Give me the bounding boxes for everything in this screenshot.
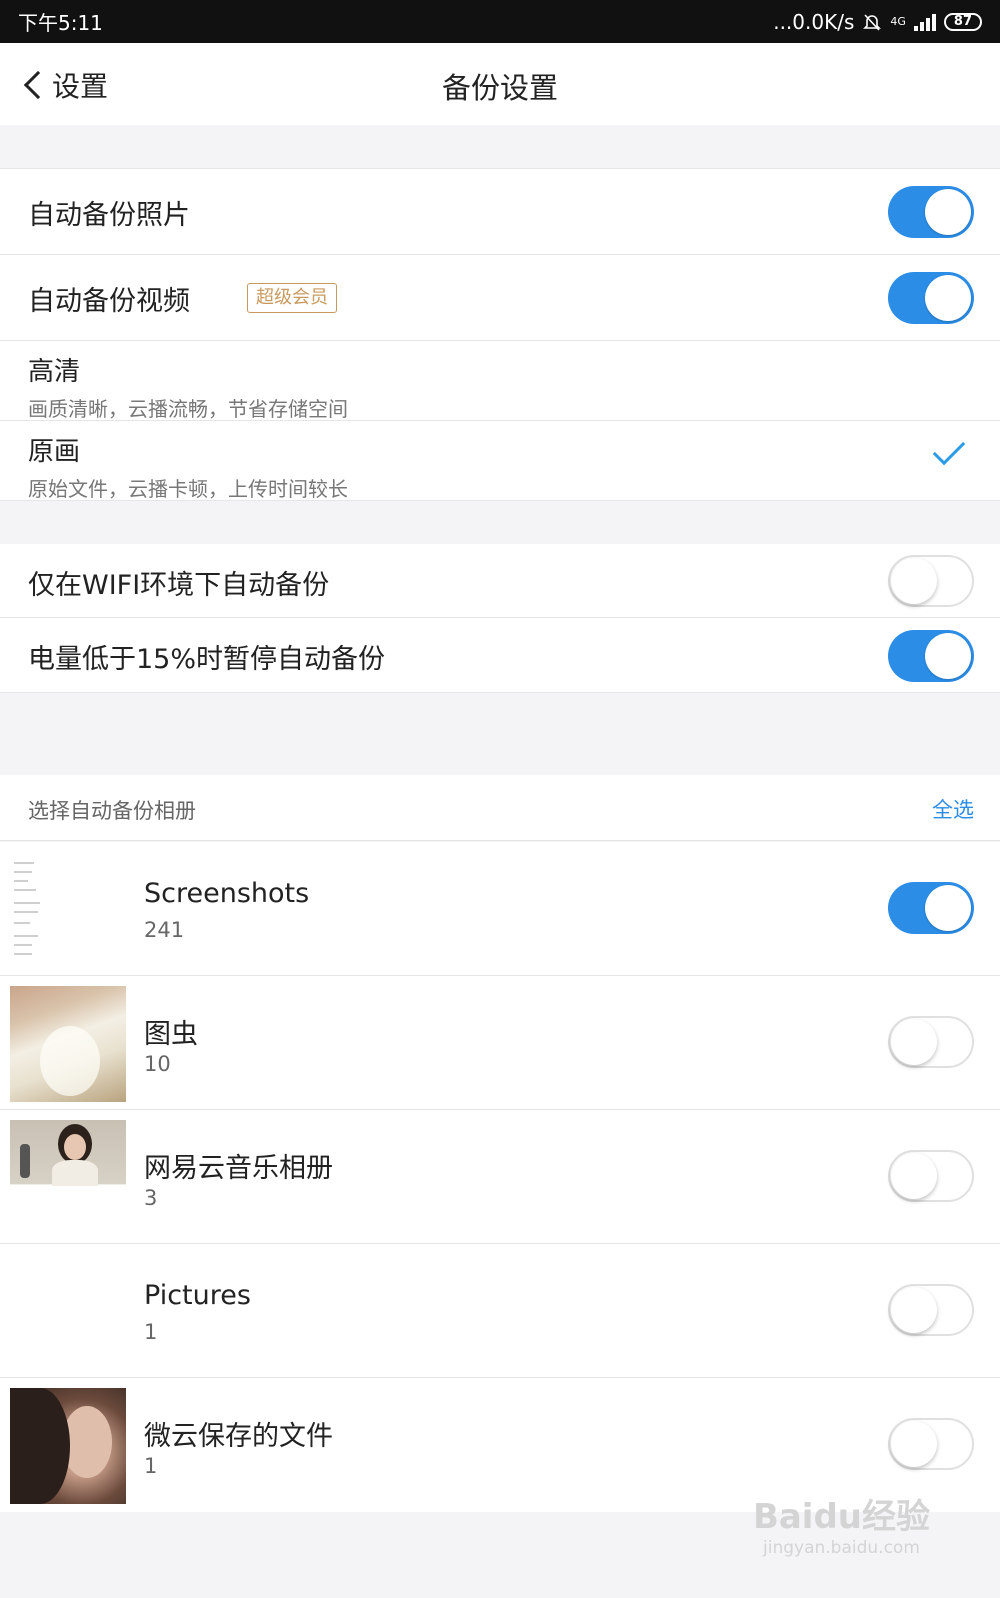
album-name: 网易云音乐相册 [144, 1153, 333, 1184]
album-row-pictures[interactable]: Pictures 1 [0, 1244, 1000, 1378]
quality-original-desc: 原始文件，云播卡顿，上传时间较长 [28, 477, 348, 501]
album-toggle-netease[interactable] [888, 1150, 974, 1202]
album-row-netease[interactable]: 网易云音乐相册 3 [0, 1110, 1000, 1244]
album-toggle-tuchong[interactable] [888, 1016, 974, 1068]
wifi-only-toggle[interactable] [888, 555, 974, 607]
status-bar: 下午5:11 ...0.0K/s 4G 87 [0, 0, 1000, 43]
page-title: 备份设置 [441, 71, 558, 105]
album-count: 1 [144, 1320, 158, 1344]
quality-original-title: 原画 [28, 437, 81, 467]
backup-videos-toggle[interactable] [888, 272, 974, 324]
backup-photos-toggle[interactable] [888, 186, 974, 238]
album-name: Screenshots [144, 878, 310, 909]
navigation-bar: 设置 备份设置 [0, 43, 1000, 125]
low-battery-row: 电量低于15%时暂停自动备份 [0, 618, 1000, 693]
signal-icon [913, 13, 936, 31]
backup-videos-row: 自动备份视频 超级会员 [0, 255, 1000, 341]
watermark-sub: jingyan.baidu.com [763, 1538, 920, 1558]
album-count: 3 [144, 1186, 158, 1210]
quality-option-original[interactable]: 原画 原始文件，云播卡顿，上传时间较长 [0, 421, 1000, 501]
battery-icon: 87 [943, 12, 982, 31]
albums-header: 选择自动备份相册 全选 [0, 775, 1000, 841]
quality-hd-desc: 画质清晰，云播流畅，节省存储空间 [28, 397, 348, 421]
album-count: 1 [144, 1454, 158, 1478]
album-name: 图虫 [144, 1019, 198, 1050]
album-toggle-pictures[interactable] [888, 1284, 974, 1336]
album-row-tuchong[interactable]: 图虫 10 [0, 976, 1000, 1110]
backup-videos-label: 自动备份视频 [28, 286, 190, 317]
album-count: 241 [144, 918, 185, 942]
network-type: 4G [890, 15, 906, 28]
album-toggle-weiyun[interactable] [888, 1418, 974, 1470]
album-thumbnail [10, 1388, 126, 1504]
backup-photos-label: 自动备份照片 [28, 200, 190, 231]
album-count: 10 [144, 1052, 171, 1076]
album-thumbnail [10, 1254, 126, 1370]
bell-muted-icon [862, 12, 882, 32]
status-time: 下午5:11 [18, 11, 103, 35]
backup-photos-row: 自动备份照片 [0, 169, 1000, 255]
conditions-group: 仅在WIFI环境下自动备份 电量低于15%时暂停自动备份 [0, 544, 1000, 693]
album-thumbnail [10, 852, 126, 968]
vip-badge: 超级会员 [247, 283, 337, 313]
wifi-only-row: 仅在WIFI环境下自动备份 [0, 544, 1000, 618]
check-icon [932, 432, 966, 466]
low-battery-toggle[interactable] [888, 630, 974, 682]
album-thumbnail [10, 1120, 126, 1236]
backup-group: 自动备份照片 自动备份视频 超级会员 高清 画质清晰，云播流畅，节省存储空间 原… [0, 168, 1000, 501]
quality-hd-title: 高清 [28, 357, 81, 387]
albums-section-label: 选择自动备份相册 [28, 799, 196, 823]
album-row-screenshots[interactable]: Screenshots 241 [0, 842, 1000, 976]
watermark-main: Baidu经验 [752, 1497, 930, 1537]
quality-option-hd[interactable]: 高清 画质清晰，云播流畅，节省存储空间 [0, 341, 1000, 421]
low-battery-label: 电量低于15%时暂停自动备份 [28, 644, 386, 675]
status-icons: ...0.0K/s 4G 87 [773, 10, 982, 34]
album-thumbnail [10, 986, 126, 1102]
net-speed: ...0.0K/s [773, 9, 855, 34]
album-toggle-screenshots[interactable] [888, 882, 974, 934]
album-name: Pictures [144, 1280, 251, 1311]
album-name: 微云保存的文件 [144, 1421, 333, 1452]
baidu-watermark: Baidu经验 jingyan.baidu.com [753, 1489, 930, 1558]
select-all-button[interactable]: 全选 [932, 794, 974, 824]
wifi-only-label: 仅在WIFI环境下自动备份 [28, 570, 330, 601]
backup-settings-screen: 下午5:11 ...0.0K/s 4G 87 设置 备份设置 自动备份照片 自动… [0, 0, 1000, 1598]
